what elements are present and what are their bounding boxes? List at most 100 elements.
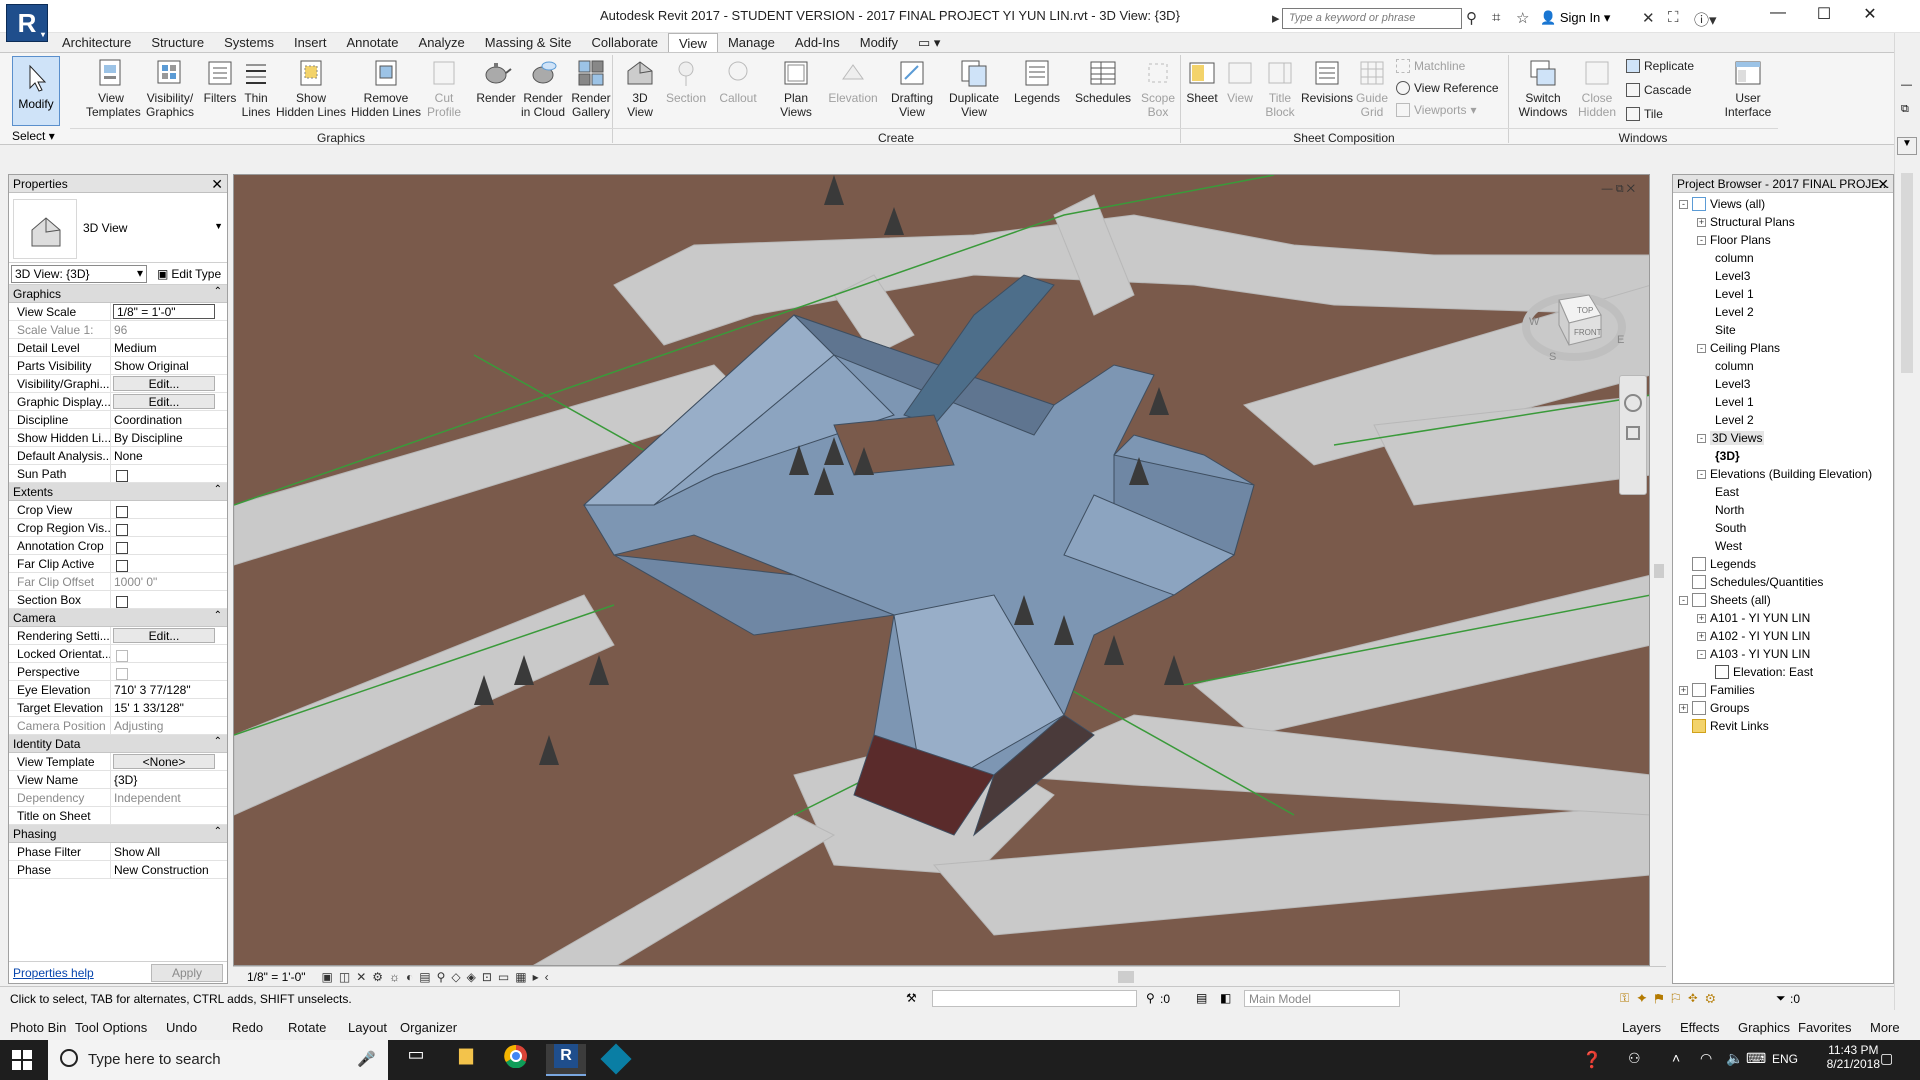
property-value[interactable]: Show Original [111, 357, 227, 374]
checkbox[interactable] [116, 524, 128, 536]
tab-modify[interactable]: Modify [850, 33, 908, 53]
photo-bin-button[interactable]: Photo Bin [10, 1020, 66, 1035]
tree-item[interactable]: - Floor Plans [1697, 233, 1771, 247]
property-value[interactable] [111, 555, 227, 572]
edit-type-button[interactable]: ▣ Edit Type [157, 267, 221, 281]
title-block-button[interactable]: Title Block [1262, 57, 1298, 119]
chevron-down-icon[interactable]: ▼ [1897, 137, 1917, 155]
effects-button[interactable]: Effects [1680, 1020, 1720, 1035]
viewport-vertical-scrollbar[interactable] [1652, 174, 1666, 966]
tree-item[interactable]: Schedules/Quantities [1679, 575, 1823, 589]
type-selector[interactable]: 3D View ▼ [9, 193, 227, 263]
3d-model-canvas[interactable] [234, 175, 1650, 966]
tree-item[interactable]: - Ceiling Plans [1697, 341, 1780, 355]
collapse-icon[interactable]: - [1697, 235, 1706, 245]
tree-item[interactable]: + A102 - YI YUN LIN [1697, 629, 1810, 643]
collapse-icon[interactable]: ⌃ [214, 610, 222, 621]
property-value[interactable] [111, 519, 227, 536]
tab-annotate[interactable]: Annotate [336, 33, 408, 53]
tab-view[interactable]: View [667, 33, 718, 53]
tab-architecture[interactable]: Architecture [52, 33, 141, 53]
tree-item[interactable]: Level 1 [1715, 287, 1754, 301]
checkbox[interactable] [116, 506, 128, 518]
drawing-viewport[interactable]: — ⧉ ✕ TOP FRONT W S E [233, 174, 1650, 966]
view-scale-control[interactable]: 1/8" = 1'-0" [247, 970, 306, 984]
language-indicator[interactable]: ENG [1772, 1052, 1798, 1066]
undo-button[interactable]: Undo [166, 1020, 197, 1035]
main-model-icon[interactable]: ◧ [1220, 991, 1231, 1005]
expand-icon[interactable]: + [1697, 613, 1706, 623]
favorites-star-icon[interactable]: ☆ [1516, 9, 1529, 27]
organizer-button[interactable]: Organizer [400, 1020, 457, 1035]
tree-item[interactable]: + A101 - YI YUN LIN [1697, 611, 1810, 625]
revisions-button[interactable]: Revisions [1300, 57, 1354, 105]
redo-button[interactable]: Redo [232, 1020, 263, 1035]
tree-item[interactable]: - A103 - YI YUN LIN [1697, 647, 1810, 661]
panel-minimize-icon[interactable]: — [1901, 79, 1912, 91]
tab-add-ins[interactable]: Add-Ins [785, 33, 850, 53]
collapse-icon[interactable]: - [1697, 433, 1706, 443]
panel-restore-icon[interactable]: ⧉ [1901, 103, 1909, 116]
people-icon[interactable]: ⚇ [1628, 1050, 1641, 1067]
application-menu-button[interactable]: R ▾ [6, 4, 48, 42]
property-value[interactable]: 1/8" = 1'-0" [113, 304, 215, 319]
maximize-button[interactable]: ☐ [1804, 4, 1844, 24]
select-dropdown[interactable]: Select ▾ [12, 129, 55, 143]
property-value[interactable] [111, 501, 227, 518]
view-control-icons[interactable]: ▣◫✕⚙☼◐▤⚲◇◈⊡▭▦▸‹ [322, 970, 555, 984]
favorites-button[interactable]: Favorites [1798, 1020, 1851, 1035]
volume-icon[interactable]: 🔈 [1726, 1050, 1743, 1067]
view-window-controls[interactable]: — ⧉ ✕ [1602, 183, 1635, 196]
property-value[interactable] [111, 537, 227, 554]
property-value[interactable]: {3D} [111, 771, 227, 788]
expand-icon[interactable]: + [1679, 685, 1688, 695]
property-value[interactable] [111, 591, 227, 608]
scroll-thumb[interactable] [1901, 173, 1913, 373]
thin-lines-button[interactable]: Thin Lines [236, 57, 276, 119]
help-search-input[interactable]: Type a keyword or phrase [1282, 8, 1462, 29]
tree-item[interactable]: Revit Links [1679, 719, 1769, 733]
tab-insert[interactable]: Insert [284, 33, 337, 53]
scope-box-button[interactable]: Scope Box [1138, 57, 1178, 119]
tree-item[interactable]: + Structural Plans [1697, 215, 1795, 229]
tree-item[interactable]: West [1715, 539, 1742, 553]
property-value[interactable]: 710' 3 77/128" [111, 681, 227, 698]
property-value[interactable]: New Construction [111, 861, 227, 878]
checkbox[interactable] [116, 470, 128, 482]
filters-button[interactable]: Filters [200, 57, 240, 105]
tab-analyze[interactable]: Analyze [409, 33, 475, 53]
tree-item[interactable]: South [1715, 521, 1746, 535]
tree-item[interactable]: {3D} [1715, 449, 1740, 463]
tree-item[interactable]: -3D Views [1697, 431, 1765, 445]
help-tray-icon[interactable]: ❓ [1582, 1050, 1602, 1070]
collapse-icon[interactable]: - [1679, 595, 1688, 605]
collapse-icon[interactable]: - [1697, 343, 1706, 353]
duplicate-view-button[interactable]: Duplicate View [946, 57, 1002, 119]
property-value[interactable] [111, 645, 227, 662]
place-view-button[interactable]: View [1222, 57, 1258, 105]
plan-views-button[interactable]: Plan Views [774, 57, 818, 119]
layers-button[interactable]: Layers [1622, 1020, 1661, 1035]
tree-item[interactable]: + Families [1679, 683, 1755, 697]
taskbar-search-box[interactable]: Type here to search 🎤 [48, 1040, 388, 1080]
tree-item[interactable]: Site [1715, 323, 1736, 337]
property-value[interactable]: Edit... [113, 394, 215, 409]
tree-item[interactable]: Level3 [1715, 269, 1750, 283]
expand-icon[interactable]: + [1697, 217, 1706, 227]
tree-item[interactable]: Level3 [1715, 377, 1750, 391]
modify-button[interactable]: Modify [12, 56, 60, 126]
viewports-dropdown[interactable]: Viewports ▾ [1396, 103, 1477, 117]
property-value[interactable] [111, 465, 227, 482]
rotate-button[interactable]: Rotate [288, 1020, 326, 1035]
checkbox[interactable] [116, 596, 128, 608]
taskbar-clock[interactable]: 11:43 PM 8/21/2018 [1827, 1043, 1880, 1071]
user-interface-button[interactable]: User Interface [1720, 57, 1776, 119]
design-options-icon[interactable]: ▤ [1196, 991, 1207, 1005]
replicate-button[interactable]: Replicate [1626, 59, 1694, 73]
viewcube[interactable]: TOP FRONT W S E [1519, 265, 1629, 368]
workset-icon[interactable]: ⚒ [906, 991, 917, 1005]
autodesk-a360-icon[interactable]: ⛶ [1668, 9, 1679, 26]
close-button[interactable]: ✕ [1850, 4, 1890, 24]
exchange-apps-icon[interactable]: ✕ [1642, 9, 1655, 27]
design-option-dropdown[interactable]: Main Model [1244, 990, 1400, 1007]
